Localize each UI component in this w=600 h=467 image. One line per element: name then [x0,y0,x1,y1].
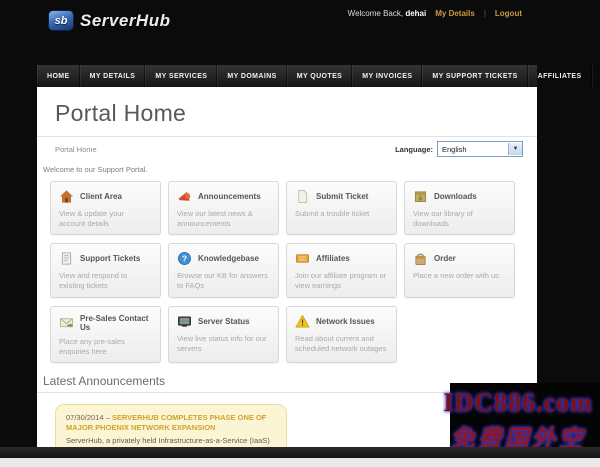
main-nav: HOME MY DETAILS MY SERVICES MY DOMAINS M… [37,65,600,88]
shopping-bag-icon [413,251,428,266]
nav-item-my-invoices[interactable]: MY INVOICES [352,65,423,87]
card-title: Submit Ticket [316,192,369,201]
envelope-icon [59,315,74,330]
card-title: Server Status [198,316,250,326]
serverhub-logo-icon: sb [48,10,74,31]
nav-item-my-domains[interactable]: MY DOMAINS [217,65,287,87]
announcement-date: 07/30/2014 – [66,412,112,422]
logout-link[interactable]: Logout [495,9,522,18]
card-title: Pre-Sales Contact Us [80,313,149,332]
card-title: Network Issues [316,316,375,326]
card-desc: View and respond to existing tickets [59,271,128,291]
card-affiliates[interactable]: Affiliates Join our affiliate program or… [286,243,397,298]
username: dehai [405,9,427,18]
home-icon [59,189,74,204]
nav-item-my-support-tickets[interactable]: MY SUPPORT TICKETS [422,65,528,87]
footer-strip [0,458,600,467]
card-desc: Place a new order with us [413,271,499,281]
card-title: Downloads [434,192,477,201]
header-account-links: Welcome Back, dehai My Details | Logout [348,9,522,18]
language-label: Language: [395,144,433,154]
header-divider: | [483,9,486,18]
card-submit-ticket[interactable]: Submit Ticket Submit a trouble ticket [286,181,397,236]
card-order[interactable]: Order Place a new order with us [404,243,515,298]
nav-item-my-details[interactable]: MY DETAILS [79,65,146,87]
portal-card-grid: Client Area View & update your account d… [50,181,524,363]
card-desc: Submit a trouble ticket [295,209,370,218]
serverhub-logo[interactable]: sb ServerHub [48,10,170,31]
banknote-icon [295,251,310,266]
breadcrumb: Portal Home [55,144,97,154]
svg-text:!: ! [301,317,304,327]
document-icon [295,189,310,204]
welcome-prefix: Welcome Back, [347,9,404,18]
card-knowledgebase[interactable]: ? Knowledgebase Browse our KB for answer… [168,243,279,298]
server-monitor-icon [177,314,192,329]
card-client-area[interactable]: Client Area View & update your account d… [50,181,161,236]
portal-page: sb ServerHub Welcome Back, dehai My Deta… [0,0,600,467]
card-desc: View our library of downloads [413,209,473,229]
warning-triangle-icon: ! [295,314,310,329]
language-selected-value: English [442,144,467,154]
language-select[interactable]: English ▼ [437,141,523,157]
card-announcements[interactable]: Announcements View our latest news & ann… [168,181,279,236]
card-desc: Place any pre-sales enquiries here [59,336,125,356]
notepad-icon [59,251,74,266]
card-title: Client Area [80,192,122,201]
svg-text:?: ? [182,254,187,264]
nav-item-my-services[interactable]: MY SERVICES [145,65,218,87]
nav-item-my-emails[interactable]: MY EMAILS [591,65,600,87]
card-title: Support Tickets [80,254,141,264]
language-selector: Language: English ▼ [395,141,523,157]
card-desc: View & update your account details [59,209,124,229]
card-network-issues[interactable]: ! Network Issues Read about current and … [286,305,397,363]
nav-item-affiliates[interactable]: AFFILIATES [527,65,592,87]
card-desc: View our latest news & announcements [177,209,253,229]
card-support-tickets[interactable]: Support Tickets View and respond to exis… [50,243,161,298]
question-circle-icon: ? [177,251,192,266]
my-details-link[interactable]: My Details [435,9,475,18]
card-pre-sales-contact[interactable]: Pre-Sales Contact Us Place any pre-sales… [50,305,161,363]
card-desc: Read about current and scheduled network… [295,333,387,353]
card-server-status[interactable]: Server Status View live status info for … [168,305,279,363]
support-portal-welcome: Welcome to our Support Portal. [43,165,148,174]
page-title: Portal Home [55,100,187,126]
watermark-background [450,383,600,447]
top-header: sb ServerHub Welcome Back, dehai My Deta… [0,0,600,66]
logo-wordmark: ServerHub [80,10,171,30]
card-desc: Join our affiliate program or view earni… [295,271,387,291]
nav-item-home[interactable]: HOME [37,65,80,87]
card-downloads[interactable]: Downloads View our library of downloads [404,181,515,236]
card-desc: Browse our KB for answers to FAQs [177,271,268,291]
chevron-down-icon[interactable]: ▼ [508,143,522,155]
card-title: Announcements [198,192,261,201]
download-box-icon [413,189,428,204]
card-title: Affiliates [316,254,350,264]
welcome-text: Welcome Back, dehai [348,9,427,18]
card-desc: View live status info for our servers [177,333,267,353]
card-title: Knowledgebase [198,254,259,264]
card-title: Order [434,254,456,264]
footer-bar [0,447,600,458]
nav-item-my-quotes[interactable]: MY QUOTES [286,65,353,87]
megaphone-icon [177,189,192,204]
breadcrumb-row: Portal Home Language: English ▼ [37,137,537,157]
